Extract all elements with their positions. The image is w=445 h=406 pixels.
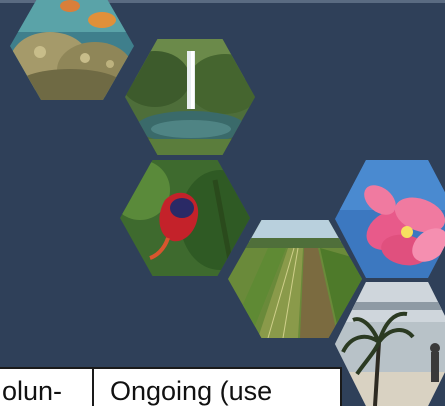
table-row-strip: olun- Ongoing (use	[0, 367, 445, 406]
farmland-photo	[228, 220, 362, 338]
table-cell-text: olun-	[2, 376, 63, 406]
hero-panel: olun- Ongoing (use	[0, 0, 445, 406]
coral-reef-photo	[10, 0, 134, 100]
table-cell-text: Ongoing (use	[110, 376, 273, 406]
waterfall-photo	[125, 39, 255, 155]
red-bird-photo	[120, 160, 250, 276]
pink-flower-photo	[335, 160, 445, 278]
table-cell: olun-	[0, 367, 94, 406]
table-cell: Ongoing (use	[92, 367, 342, 406]
